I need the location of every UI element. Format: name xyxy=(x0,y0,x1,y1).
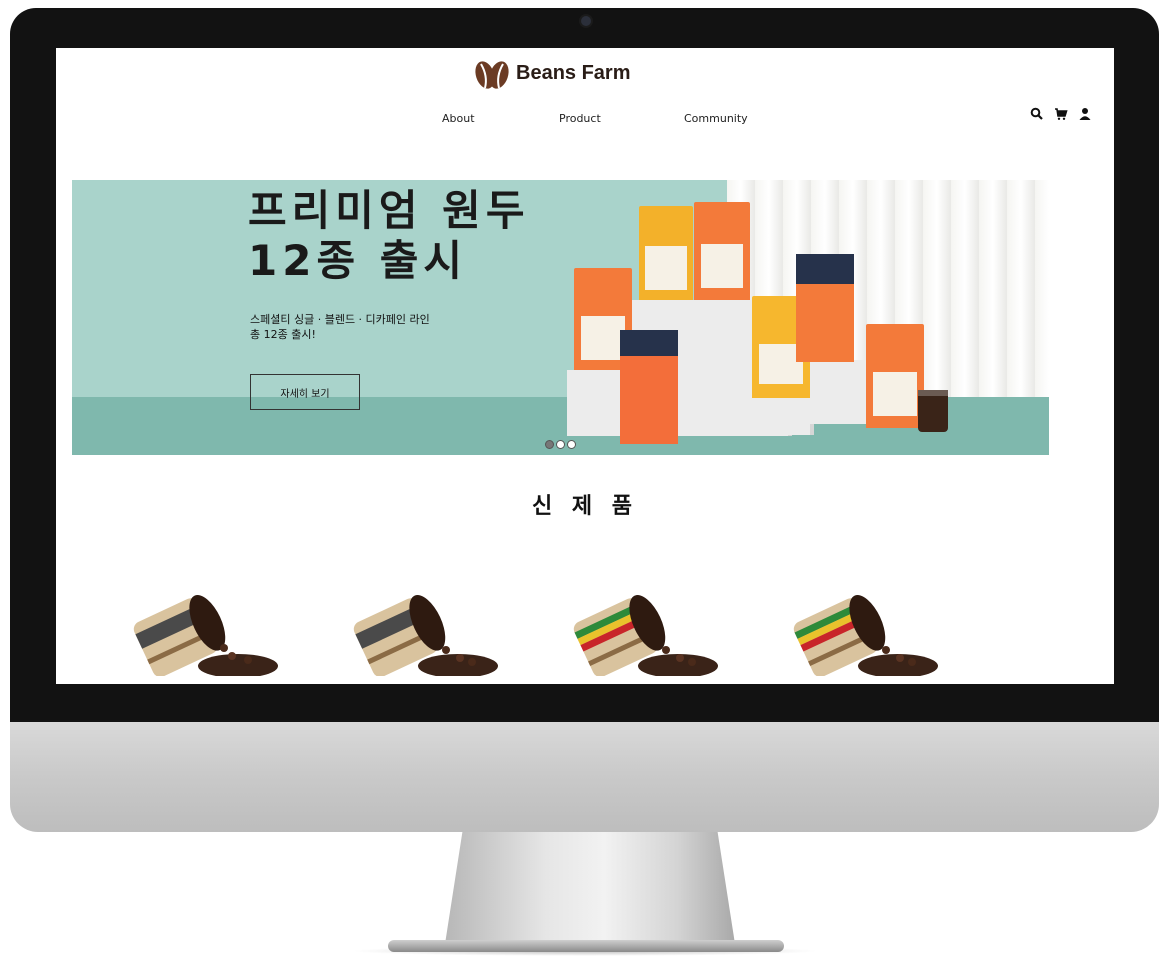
banner-headline: 프리미엄 원두 12종 출시 xyxy=(248,186,529,286)
cart-icon[interactable] xyxy=(1054,106,1068,120)
new-products-title: 신 제 품 xyxy=(531,494,639,519)
nav-item-about[interactable]: About xyxy=(442,112,475,125)
product-card[interactable] xyxy=(568,586,718,678)
monitor-stand-base xyxy=(388,940,784,952)
coffee-bag-image xyxy=(796,254,854,362)
product-card[interactable] xyxy=(348,586,498,678)
product-card[interactable] xyxy=(788,586,938,678)
carousel-indicators xyxy=(545,440,576,449)
banner-headline-line1: 프리미엄 원두 xyxy=(248,186,530,235)
coffee-bean-logo-icon xyxy=(474,56,510,90)
monitor-stand xyxy=(445,832,735,944)
coffee-bag-image xyxy=(620,330,678,444)
nav-item-product[interactable]: Product xyxy=(559,112,601,125)
coffee-bag-image xyxy=(639,206,693,300)
webcam-icon xyxy=(581,16,591,26)
user-icon[interactable] xyxy=(1078,106,1092,120)
coffee-mug-image xyxy=(918,390,948,432)
search-icon[interactable] xyxy=(1030,106,1044,120)
banner-subtext-line2: 총 12종 출시! xyxy=(250,328,316,341)
brand-name: Beans Farm xyxy=(516,61,631,84)
carousel-dot-3[interactable] xyxy=(567,440,576,449)
coffee-bag-image xyxy=(694,202,750,300)
coffee-bag-image xyxy=(866,324,924,428)
banner-subtext: 스페셜티 싱글 · 블렌드 · 디카페인 라인 총 12종 출시! xyxy=(250,312,430,342)
new-products-list xyxy=(56,586,1114,684)
monitor-chin xyxy=(10,722,1159,832)
view-details-button[interactable]: 자세히 보기 xyxy=(250,374,360,410)
banner-headline-line2: 12종 출시 xyxy=(248,236,467,285)
brand-logo[interactable]: Beans Farm xyxy=(474,56,631,90)
carousel-dot-2[interactable] xyxy=(556,440,565,449)
product-card[interactable] xyxy=(128,586,278,678)
pedestal xyxy=(748,395,814,435)
hero-banner[interactable]: 프리미엄 원두 12종 출시 스페셜티 싱글 · 블렌드 · 디카페인 라인 총… xyxy=(72,180,1049,455)
carousel-dot-1[interactable] xyxy=(545,440,554,449)
website-screen: Beans Farm About Product Community 프리미엄 … xyxy=(56,48,1114,684)
header-utilities xyxy=(1030,106,1092,120)
banner-subtext-line1: 스페셜티 싱글 · 블렌드 · 디카페인 라인 xyxy=(250,313,430,326)
nav-item-community[interactable]: Community xyxy=(684,112,748,125)
